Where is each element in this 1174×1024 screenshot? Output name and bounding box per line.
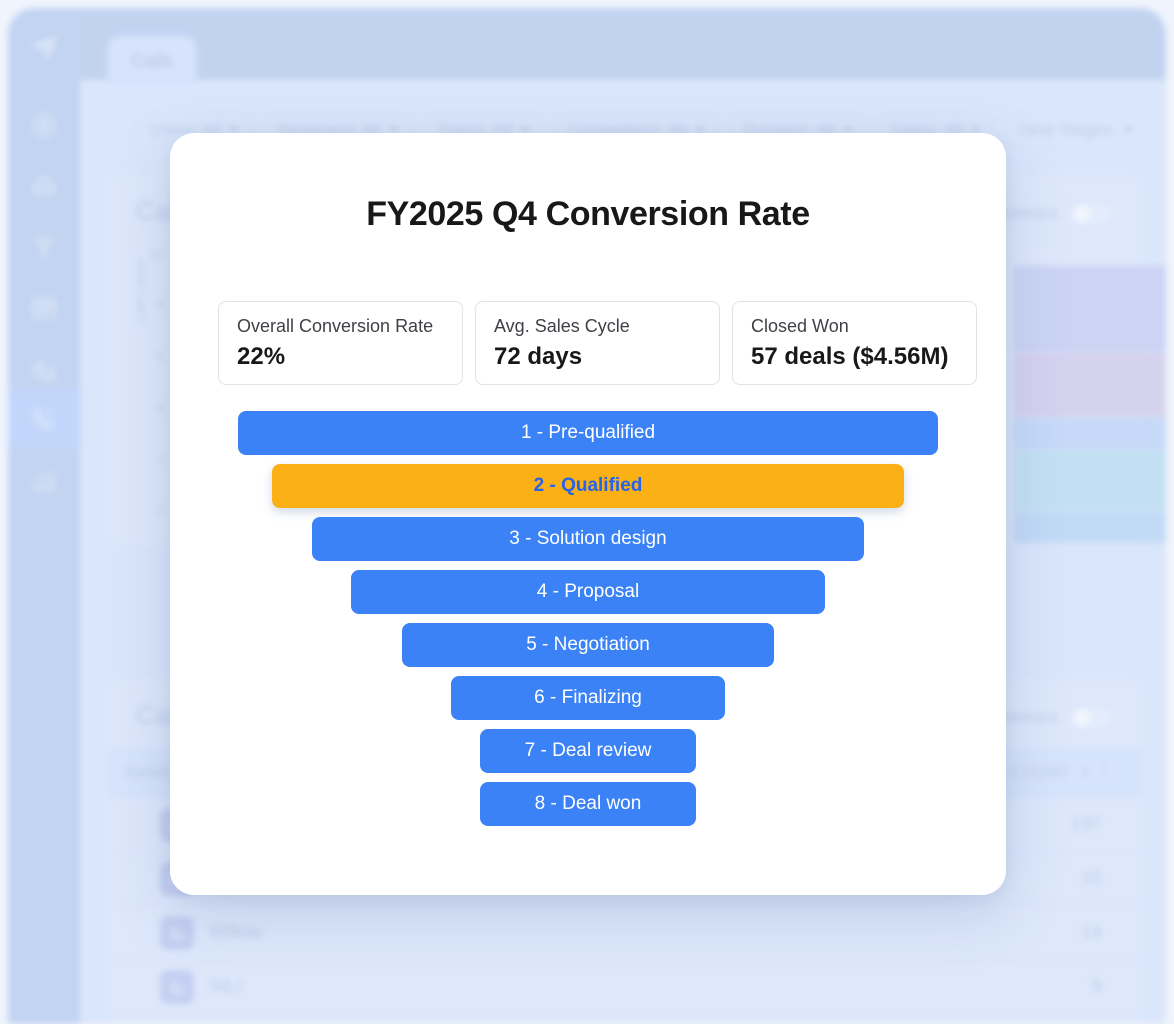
metrics-label: Metrics	[1003, 204, 1058, 223]
bar-segment-3	[1014, 418, 1166, 450]
row-name: Willow	[208, 921, 263, 943]
kpi-card-avg-sales-cycle: Avg. Sales Cycle 72 days	[475, 301, 720, 385]
y-tick: 10	[148, 246, 164, 262]
funnel-stage-1[interactable]: 1 - Pre-qualified	[238, 411, 938, 455]
kpi-label: Overall Conversion Rate	[237, 315, 434, 336]
sidebar-item-pipeline[interactable]	[8, 216, 80, 278]
funnel-stage-6[interactable]: 6 - Finalizing	[451, 676, 725, 720]
filter-deal-stages[interactable]: Deal Stages:	[1005, 112, 1148, 148]
toggle-switch[interactable]	[1070, 706, 1114, 730]
sort-descending-arrow-icon[interactable]	[1078, 764, 1093, 784]
row-call-count: 197	[1070, 813, 1102, 835]
bar-segment-4	[1014, 451, 1166, 510]
kpi-card-closed-won: Closed Won 57 deals ($4.56M)	[732, 301, 977, 385]
funnel-stage-4[interactable]: 4 - Proposal	[351, 570, 825, 614]
sidebar	[8, 8, 80, 1024]
chevron-down-icon	[1124, 127, 1135, 133]
building-icon	[160, 915, 194, 950]
sidebar-item-calls[interactable]	[8, 389, 80, 449]
kpi-card-overall-conversion-rate: Overall Conversion Rate 22%	[218, 301, 463, 385]
toggle-switch[interactable]	[1070, 202, 1114, 226]
row-call-count: 15	[1080, 867, 1102, 889]
funnel-stage-7[interactable]: 7 - Deal review	[480, 729, 696, 773]
y-tick: 0	[156, 501, 164, 517]
column-menu-icon[interactable]	[1101, 763, 1106, 785]
tab-calls-label: Calls	[130, 51, 174, 72]
y-tick: 8	[156, 295, 164, 311]
modal-title: FY2025 Q4 Conversion Rate	[366, 195, 810, 233]
bar-segment-5	[1014, 511, 1166, 543]
table-row[interactable]: Willow 14	[108, 906, 1142, 960]
funnel-stage-8[interactable]: 8 - Deal won	[480, 782, 696, 826]
app-logo[interactable]	[8, 26, 80, 70]
table-row[interactable]: S&J 9	[108, 960, 1142, 1014]
bar-segment-1	[1014, 266, 1166, 352]
y-axis-label: Call Count	[132, 258, 148, 324]
tab-calls[interactable]: Calls	[108, 36, 196, 88]
bar-segment-2	[1014, 353, 1166, 417]
column-header-name[interactable]: NAME	[126, 749, 175, 799]
building-icon	[160, 969, 194, 1004]
kpi-value: 22%	[237, 342, 286, 370]
chart-metrics-toggle[interactable]: Metrics	[1003, 202, 1114, 226]
sidebar-item-analytics[interactable]	[8, 451, 80, 513]
funnel-stage-5[interactable]: 5 - Negotiation	[402, 623, 774, 667]
funnel-stage-2[interactable]: 2 - Qualified	[272, 464, 904, 508]
row-call-count: 14	[1080, 921, 1102, 943]
kpi-card-group: Overall Conversion Rate 22% Avg. Sales C…	[218, 301, 977, 385]
metrics-label: Metrics	[1003, 708, 1058, 727]
y-tick: 4	[156, 400, 164, 416]
kpi-label: Avg. Sales Cycle	[494, 315, 630, 336]
kpi-label: Closed Won	[751, 315, 849, 336]
y-tick: 6	[156, 348, 164, 364]
sidebar-item-dashboards[interactable]	[8, 277, 80, 339]
conversion-rate-modal: FY2025 Q4 Conversion Rate Overall Conver…	[170, 133, 1006, 895]
kpi-value: 57 deals ($4.56M)	[751, 342, 949, 370]
sidebar-item-discover[interactable]	[8, 155, 80, 217]
kpi-value: 72 days	[494, 342, 583, 370]
table-metrics-toggle[interactable]: Metrics	[1003, 706, 1114, 730]
row-name: S&J	[208, 975, 243, 997]
y-tick: 2	[156, 451, 164, 467]
row-call-count: 9	[1091, 975, 1102, 997]
funnel-stage-3[interactable]: 3 - Solution design	[312, 517, 864, 561]
sidebar-item-revenue[interactable]	[8, 94, 80, 156]
deal-stage-funnel: 1 - Pre-qualified 2 - Qualified 3 - Solu…	[170, 411, 1006, 835]
